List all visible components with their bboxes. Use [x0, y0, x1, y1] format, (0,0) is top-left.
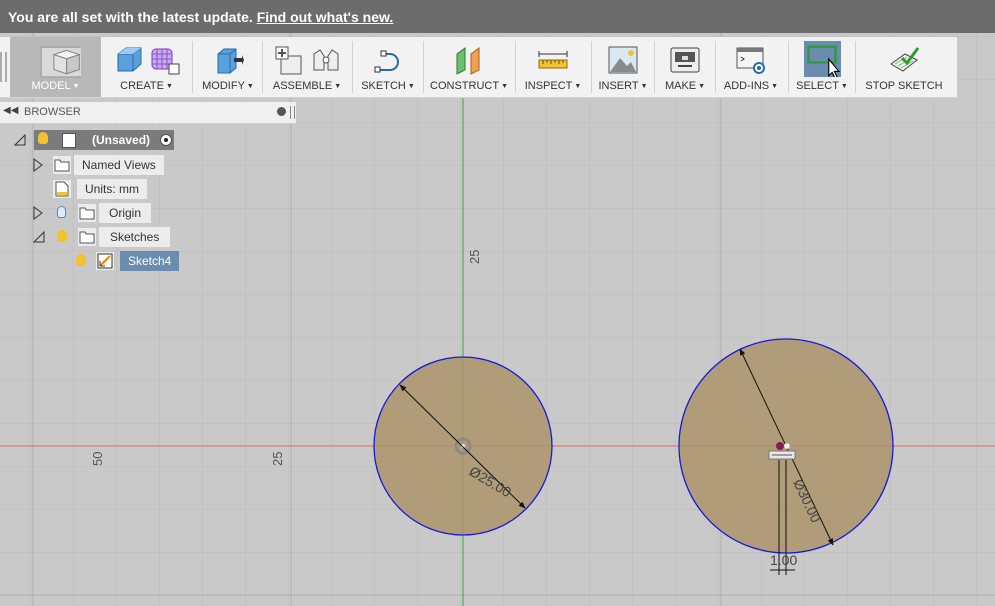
joint-icon: [313, 49, 338, 71]
browser-pin-icon[interactable]: [290, 106, 295, 119]
workspace-switcher-button[interactable]: MODEL ▼: [10, 37, 101, 97]
box-icon: [117, 47, 142, 72]
assemble-menu-button[interactable]: ASSEMBLE ▼: [265, 37, 349, 97]
visibility-bulb-icon[interactable]: [57, 206, 66, 218]
sketch-label: SKETCH: [361, 80, 406, 92]
folder-icon: [54, 159, 70, 172]
browser-item-label: Sketches: [99, 227, 171, 247]
select-label: SELECT: [796, 80, 839, 92]
axis-label-h50: 50: [90, 452, 105, 466]
visibility-bulb-icon[interactable]: [38, 132, 48, 144]
activate-radio-icon[interactable]: [160, 134, 172, 146]
browser-item-label: Units: mm: [77, 179, 147, 199]
browser-item-units[interactable]: Units: mm: [53, 179, 183, 199]
circle-2-center-point[interactable]: [776, 442, 784, 450]
select-menu-button[interactable]: SELECT ▼: [792, 37, 852, 97]
browser-item-sketch4[interactable]: Sketch4: [72, 251, 182, 271]
addins-menu-button[interactable]: ADD-INS ▼: [718, 37, 784, 97]
browser-item-label-selected: Sketch4: [120, 251, 180, 271]
scripts-addins-icon: [736, 47, 765, 74]
insert-image-icon: [608, 46, 638, 74]
make-menu-button[interactable]: MAKE ▼: [657, 37, 713, 97]
sketch-curve-icon: [374, 50, 399, 73]
3d-print-icon: [670, 47, 700, 73]
expand-triangle-icon[interactable]: [33, 206, 43, 220]
axis-label-v25: 25: [467, 250, 482, 264]
collapse-triangle-icon[interactable]: [33, 231, 45, 243]
construct-label: CONSTRUCT: [430, 80, 500, 92]
browser-item-sketches[interactable]: Sketches: [33, 227, 173, 247]
press-pull-icon: [217, 48, 244, 74]
assemble-label: ASSEMBLE: [272, 80, 333, 92]
toolbar-grip-handle[interactable]: [0, 52, 7, 82]
browser-item-label: Named Views: [74, 155, 164, 175]
modify-label: MODIFY: [202, 80, 245, 92]
whats-new-link[interactable]: Find out what's new.: [257, 9, 394, 25]
measure-ruler-icon: [538, 51, 568, 69]
component-icon: [62, 133, 76, 148]
workspace-label: MODEL: [31, 80, 71, 92]
create-label: CREATE: [120, 80, 164, 92]
create-menu-button[interactable]: CREATE ▼: [103, 37, 190, 97]
units-document-icon: [55, 181, 69, 197]
browser-minimize-icon[interactable]: [277, 107, 286, 116]
browser-header: ◀◀ BROWSER: [0, 102, 296, 124]
insert-label: INSERT: [598, 80, 639, 92]
collapse-browser-icon[interactable]: ◀◀: [3, 105, 18, 116]
offset-plane-icon: [456, 47, 480, 75]
modify-menu-button[interactable]: MODIFY ▼: [196, 37, 260, 97]
visibility-bulb-icon[interactable]: [57, 230, 67, 242]
browser-item-named-views[interactable]: Named Views: [33, 155, 173, 175]
root-label: (Unsaved): [92, 133, 151, 147]
form-cube-icon: [151, 48, 180, 75]
banner-message: You are all set with the latest update.: [8, 9, 253, 25]
browser-item-origin[interactable]: Origin: [33, 203, 173, 223]
sketch-menu-button[interactable]: SKETCH ▼: [355, 37, 421, 97]
construct-menu-button[interactable]: CONSTRUCT ▼: [426, 37, 512, 97]
model-workspace-icon: [40, 46, 81, 78]
stop-sketch-label: STOP SKETCH: [865, 80, 943, 92]
browser-title: BROWSER: [24, 106, 81, 118]
expand-triangle-icon[interactable]: [33, 158, 43, 172]
collapse-triangle-icon[interactable]: [14, 134, 26, 146]
select-cursor-icon: [804, 41, 841, 77]
update-banner: You are all set with the latest update. …: [0, 0, 995, 33]
folder-icon: [79, 231, 95, 244]
toolbar: MODEL ▼ CREATE ▼ MODIFY ▼ ASSEMBLE ▼ SKETCH ▼: [0, 37, 957, 98]
insert-menu-button[interactable]: INSERT ▼: [594, 37, 652, 97]
axis-label-h25: 25: [270, 452, 285, 466]
folder-icon: [79, 207, 95, 220]
stop-sketch-icon: [890, 47, 920, 72]
stop-sketch-button[interactable]: STOP SKETCH: [860, 37, 948, 97]
sketch-icon: [97, 253, 113, 269]
offset-dimension[interactable]: 1.00: [770, 552, 797, 568]
browser-item-label: Origin: [99, 203, 152, 223]
visibility-bulb-icon[interactable]: [76, 254, 86, 266]
make-label: MAKE: [664, 80, 697, 92]
new-component-icon: [275, 46, 301, 75]
inspect-label: INSPECT: [524, 80, 573, 92]
addins-label: ADD-INS: [723, 80, 770, 92]
inspect-menu-button[interactable]: INSPECT ▼: [518, 37, 588, 97]
browser-root-node[interactable]: (Unsaved): [12, 130, 187, 150]
